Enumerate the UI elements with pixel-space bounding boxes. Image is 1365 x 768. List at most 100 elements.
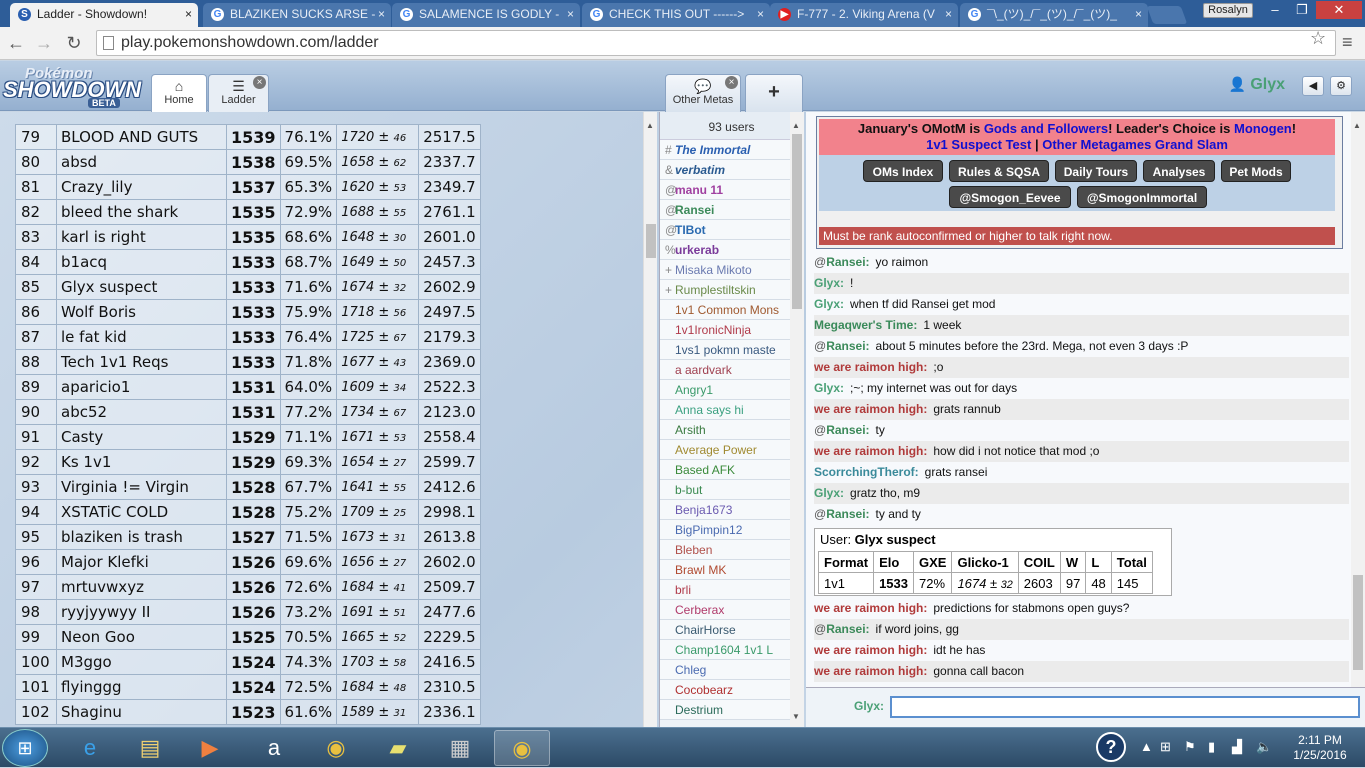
ladder-row[interactable]: 91 Casty 1529 71.1% 1671 ± 53 2558.4 [15, 424, 481, 450]
ladder-username[interactable]: b1acq [56, 249, 227, 275]
browser-tab[interactable]: ▶ F-777 - 2. Viking Arena (V × [770, 3, 958, 27]
showdown-logo[interactable]: Pokémon SHOWDOWN BETA [3, 65, 148, 108]
minimize-icon[interactable]: – [1262, 1, 1288, 19]
ladder-row[interactable]: 95 blaziken is trash 1527 71.5% 1673 ± 31 261… [15, 524, 481, 550]
flag-icon[interactable]: ⚑ [1184, 739, 1196, 755]
chat-username[interactable]: @Ransei: [814, 255, 870, 269]
ladder-username[interactable]: Virginia != Virgin [56, 474, 227, 500]
ladder-username[interactable]: mrtuvwxyz [56, 574, 227, 600]
ladder-username[interactable]: bleed the shark [56, 199, 227, 225]
ladder-username[interactable]: absd [56, 149, 227, 175]
user-list-item[interactable]: Anna says hi [660, 400, 790, 420]
address-bar[interactable]: play.pokemonshowdown.com/ladder [96, 30, 1336, 56]
file-explorer-icon[interactable]: ▤ [122, 730, 178, 766]
volume-icon[interactable]: 🔈 [1256, 739, 1272, 755]
ladder-row[interactable]: 85 Glyx suspect 1533 71.6% 1674 ± 32 2602.9 [15, 274, 481, 300]
ladder-username[interactable]: XSTATiC COLD [56, 499, 227, 525]
ladder-row[interactable]: 83 karl is right 1535 68.6% 1648 ± 30 2601.0 [15, 224, 481, 250]
tab-home[interactable]: ⌂ Home [151, 74, 207, 112]
user-list-item[interactable]: Based AFK [660, 460, 790, 480]
close-tab-icon[interactable]: × [945, 3, 952, 25]
ladder-username[interactable]: M3ggo [56, 649, 227, 675]
add-tab-button[interactable]: + [745, 74, 803, 112]
ladder-username[interactable]: Casty [56, 424, 227, 450]
user-list-item[interactable]: Arsith [660, 420, 790, 440]
scroll-up-icon[interactable]: ▲ [646, 121, 654, 130]
ladder-username[interactable]: ryyjyywyy II [56, 599, 227, 625]
user-list-item[interactable]: Chleg [660, 660, 790, 680]
ladder-username[interactable]: aparicio1 [56, 374, 227, 400]
chat-username[interactable]: we are raimon high: [814, 601, 927, 615]
ladder-username[interactable]: Glyx suspect [56, 274, 227, 300]
user-list-item[interactable]: 1vs1 pokmn maste [660, 340, 790, 360]
user-list-item[interactable]: Angry1 [660, 380, 790, 400]
ladder-scrollbar[interactable]: ▲ [643, 112, 657, 727]
bookmark-star-icon[interactable]: ☆ [1310, 28, 1326, 49]
chat-username[interactable]: we are raimon high: [814, 402, 927, 416]
sticky-notes-icon[interactable]: ▰ [370, 730, 426, 766]
chat-username[interactable]: we are raimon high: [814, 360, 927, 374]
browser-tab[interactable]: G BLAZIKEN SUCKS ARSE - × [203, 3, 391, 27]
user-list-item[interactable]: 1v1IronicNinja [660, 320, 790, 340]
close-icon[interactable]: × [253, 76, 266, 89]
clock[interactable]: 2:11 PM 1/25/2016 [1288, 733, 1352, 763]
back-button[interactable]: ← [4, 31, 28, 55]
daily-tours-button[interactable]: Daily Tours [1055, 160, 1137, 182]
user-list-item[interactable]: %urkerab [660, 240, 790, 260]
ladder-row[interactable]: 86 Wolf Boris 1533 75.9% 1718 ± 56 2497.5 [15, 299, 481, 325]
chat-username[interactable]: Glyx: [814, 381, 844, 395]
close-tab-icon[interactable]: × [757, 3, 764, 25]
browser-tab[interactable]: G ¯\_(ツ)_/¯_(ツ)_/¯_(ツ)_ × [960, 3, 1148, 27]
ladder-row[interactable]: 89 aparicio1 1531 64.0% 1609 ± 34 2522.3 [15, 374, 481, 400]
ladder-row[interactable]: 87 le fat kid 1533 76.4% 1725 ± 67 2179.3 [15, 324, 481, 350]
ladder-username[interactable]: Neon Goo [56, 624, 227, 650]
rules-button[interactable]: Rules & SQSA [949, 160, 1049, 182]
user-list-item[interactable]: Average Power [660, 440, 790, 460]
ladder-username[interactable]: blaziken is trash [56, 524, 227, 550]
user-list-item[interactable]: Champ1604 1v1 L [660, 640, 790, 660]
amazon-icon[interactable]: a [246, 730, 302, 766]
ladder-row[interactable]: 101 flyinggg 1524 72.5% 1684 ± 48 2310.5 [15, 674, 481, 700]
browser-tab[interactable]: G SALAMENCE IS GODLY - × [392, 3, 580, 27]
ladder-username[interactable]: flyinggg [56, 674, 227, 700]
browser-menu-icon[interactable]: ≡ [1342, 32, 1353, 53]
user-list-item[interactable]: # The Immortal [660, 140, 790, 160]
help-icon[interactable]: ? [1096, 732, 1126, 762]
chat-username[interactable]: we are raimon high: [814, 664, 927, 678]
tab-ladder[interactable]: ☰ Ladder × [208, 74, 269, 112]
forward-button[interactable]: → [32, 31, 56, 55]
tray-expand-icon[interactable]: ▲ [1140, 739, 1153, 754]
ladder-row[interactable]: 80 absd 1538 69.5% 1658 ± 62 2337.7 [15, 149, 481, 175]
smogon-eevee-button[interactable]: @Smogon_Eevee [949, 186, 1071, 208]
ladder-row[interactable]: 92 Ks 1v1 1529 69.3% 1654 ± 27 2599.7 [15, 449, 481, 475]
ladder-username[interactable]: Major Klefki [56, 549, 227, 575]
windows-icon[interactable]: ⊞ [1160, 739, 1171, 755]
smogon-immortal-button[interactable]: @SmogonImmortal [1077, 186, 1207, 208]
chat-username[interactable]: @Ransei: [814, 622, 870, 636]
ladder-row[interactable]: 102 Shaginu 1523 61.6% 1589 ± 31 2336.1 [15, 699, 481, 725]
user-list-item[interactable]: @TIBot [660, 220, 790, 240]
close-tab-icon[interactable]: × [1135, 3, 1142, 25]
chat-input[interactable] [890, 696, 1360, 718]
chat-username[interactable]: @Ransei: [814, 423, 870, 437]
reload-button[interactable]: ↻ [62, 31, 86, 55]
user-list-item[interactable]: @Ransei [660, 200, 790, 220]
start-button[interactable]: ⊞ [2, 729, 48, 767]
close-tab-icon[interactable]: × [185, 3, 192, 25]
ladder-username[interactable]: Shaginu [56, 699, 227, 725]
chat-scrollbar[interactable]: ▲ [1351, 112, 1365, 687]
ladder-row[interactable]: 96 Major Klefki 1526 69.6% 1656 ± 27 2602.0 [15, 549, 481, 575]
signal-icon[interactable]: ▟ [1232, 739, 1242, 755]
link-grand-slam[interactable]: Other Metagames Grand Slam [1042, 137, 1228, 152]
chrome-icon[interactable]: ◉ [308, 730, 364, 766]
close-tab-icon[interactable]: × [567, 3, 574, 25]
ladder-row[interactable]: 88 Tech 1v1 Reqs 1533 71.8% 1677 ± 43 2369.0 [15, 349, 481, 375]
user-list-item[interactable]: Brawl MK [660, 560, 790, 580]
chrome-active-icon[interactable]: ◉ [494, 730, 550, 766]
userlist-scrollbar[interactable]: ▲ ▼ [790, 112, 804, 727]
mute-button[interactable]: ◀ [1302, 76, 1324, 96]
analyses-button[interactable]: Analyses [1143, 160, 1215, 182]
ladder-row[interactable]: 94 XSTATiC COLD 1528 75.2% 1709 ± 25 2998.1 [15, 499, 481, 525]
user-list-item[interactable]: ChairHorse [660, 620, 790, 640]
chat-username[interactable]: Glyx: [814, 297, 844, 311]
